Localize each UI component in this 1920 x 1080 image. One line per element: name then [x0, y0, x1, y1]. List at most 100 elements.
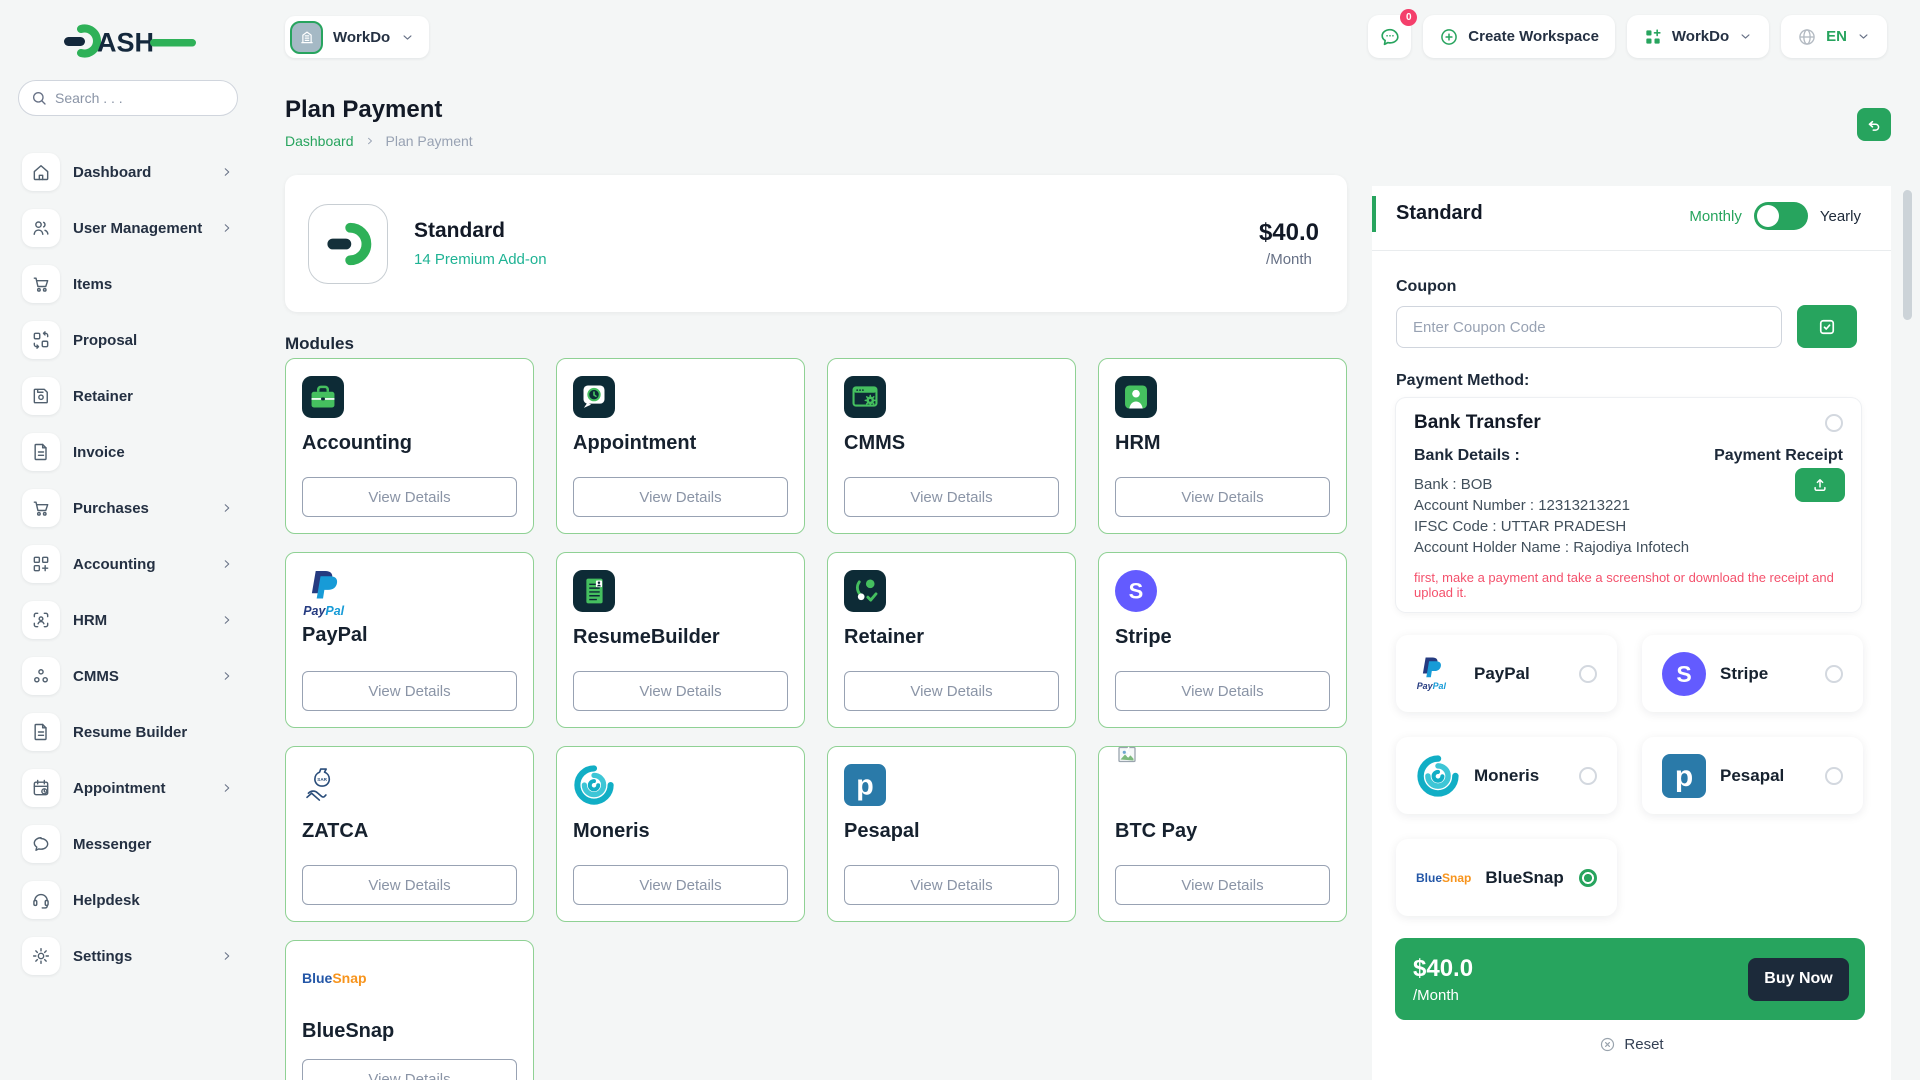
- sidebar-item-retainer[interactable]: Retainer: [18, 368, 234, 424]
- coupon-label: Coupon: [1396, 278, 1456, 296]
- sidebar-item-cmms[interactable]: CMMS: [18, 648, 234, 704]
- view-details-button[interactable]: View Details: [573, 477, 788, 517]
- hrm-module-icon: [1115, 376, 1157, 418]
- payment-option-stripe[interactable]: S Stripe: [1642, 635, 1863, 712]
- bank-details-label: Bank Details :: [1414, 447, 1520, 465]
- module-card-paypal: PayPal PayPal View Details: [285, 552, 534, 728]
- payment-option-paypal[interactable]: PayPal PayPal: [1396, 635, 1617, 712]
- calendar-clock-icon: [22, 769, 60, 807]
- language-selector[interactable]: EN: [1781, 15, 1887, 58]
- apply-coupon-button[interactable]: [1797, 305, 1857, 348]
- file-text-icon: [22, 433, 60, 471]
- dash-app-icon: [308, 204, 388, 284]
- check-square-icon: [1817, 317, 1837, 337]
- sidebar-item-invoice[interactable]: Invoice: [18, 424, 234, 480]
- bluesnap-radio[interactable]: [1579, 869, 1597, 887]
- total-price: $40.0: [1413, 955, 1473, 983]
- svg-text:ASH: ASH: [97, 28, 154, 58]
- upload-receipt-button[interactable]: [1795, 468, 1845, 502]
- sidebar-item-items[interactable]: Items: [18, 256, 234, 312]
- scrollbar-thumb[interactable]: [1903, 190, 1912, 320]
- plan-period: /Month: [1259, 251, 1319, 268]
- view-details-button[interactable]: View Details: [573, 671, 788, 711]
- stripe-radio[interactable]: [1825, 665, 1843, 683]
- view-details-button[interactable]: View Details: [1115, 671, 1330, 711]
- sidebar-item-user-management[interactable]: User Management: [18, 200, 234, 256]
- view-details-button[interactable]: View Details: [844, 671, 1059, 711]
- bank-transfer-title: Bank Transfer: [1414, 412, 1541, 434]
- swap-boxes-icon: [22, 321, 60, 359]
- payment-option-pesapal[interactable]: p Pesapal: [1642, 737, 1863, 814]
- users-icon: [22, 209, 60, 247]
- view-details-button[interactable]: View Details: [302, 477, 517, 517]
- view-details-button[interactable]: View Details: [844, 477, 1059, 517]
- bank-transfer-note: first, make a payment and take a screens…: [1414, 570, 1861, 600]
- billing-toggle[interactable]: [1754, 202, 1808, 230]
- paypal-radio[interactable]: [1579, 665, 1597, 683]
- upload-icon: [1811, 476, 1829, 494]
- module-card-btcpay: BTC Pay View Details: [1098, 746, 1347, 922]
- sidebar-item-dashboard[interactable]: Dashboard: [18, 144, 234, 200]
- sidebar-item-accounting[interactable]: Accounting: [18, 536, 234, 592]
- save-icon: [22, 377, 60, 415]
- module-card-stripe: S Stripe View Details: [1098, 552, 1347, 728]
- buy-now-button[interactable]: Buy Now: [1748, 958, 1849, 1001]
- view-details-button[interactable]: View Details: [844, 865, 1059, 905]
- view-details-button[interactable]: View Details: [1115, 865, 1330, 905]
- home-icon: [22, 153, 60, 191]
- search-input[interactable]: [55, 90, 205, 106]
- messages-button[interactable]: 0: [1368, 15, 1411, 58]
- sidebar-item-appointment[interactable]: Appointment: [18, 760, 234, 816]
- workspace-selector[interactable]: WorkDo: [285, 16, 429, 58]
- module-card-zatca: SAR ZATCA View Details: [285, 746, 534, 922]
- svg-text:SAR: SAR: [317, 777, 327, 782]
- bank-transfer-radio[interactable]: [1825, 414, 1843, 432]
- cmms-module-icon: [844, 376, 886, 418]
- sidebar-item-helpdesk[interactable]: Helpdesk: [18, 872, 234, 928]
- sidebar-item-resume-builder[interactable]: Resume Builder: [18, 704, 234, 760]
- sidebar-search: [18, 80, 238, 116]
- view-details-button[interactable]: View Details: [302, 671, 517, 711]
- page-title: Plan Payment: [285, 96, 442, 124]
- sidebar-item-settings[interactable]: Settings: [18, 928, 234, 984]
- sidebar-item-proposal[interactable]: Proposal: [18, 312, 234, 368]
- create-workspace-button[interactable]: Create Workspace: [1423, 15, 1615, 58]
- payment-receipt-label: Payment Receipt: [1714, 447, 1843, 465]
- premium-addon-link[interactable]: 14 Premium Add-on: [414, 251, 547, 268]
- globe-icon: [1797, 27, 1817, 47]
- sidebar-item-messenger[interactable]: Messenger: [18, 816, 234, 872]
- module-card-accounting: Accounting View Details: [285, 358, 534, 534]
- bank-transfer-card: Bank Transfer Bank Details : Payment Rec…: [1396, 398, 1861, 612]
- billing-cycle: Monthly Yearly: [1689, 202, 1861, 230]
- moneris-radio[interactable]: [1579, 767, 1597, 785]
- payment-option-moneris[interactable]: Moneris: [1396, 737, 1617, 814]
- breadcrumb-dashboard-link[interactable]: Dashboard: [285, 133, 354, 149]
- pesapal-radio[interactable]: [1825, 767, 1843, 785]
- total-period: /Month: [1413, 987, 1473, 1004]
- active-plan-card: Standard 14 Premium Add-on $40.0 /Month: [285, 175, 1347, 312]
- dash-logo: ASH: [64, 24, 196, 58]
- chevron-right-icon: [364, 135, 376, 147]
- zatca-module-icon: SAR: [302, 764, 344, 806]
- cart-icon: [22, 489, 60, 527]
- sidebar-item-hrm[interactable]: HRM: [18, 592, 234, 648]
- bluesnap-logo: BlueSnap: [1416, 871, 1471, 885]
- sidebar-item-purchases[interactable]: Purchases: [18, 480, 234, 536]
- module-card-appointment: Appointment View Details: [556, 358, 805, 534]
- view-details-button[interactable]: View Details: [573, 865, 788, 905]
- checkout-panel: Standard Monthly Yearly Coupon Payment M…: [1372, 186, 1891, 1080]
- coupon-input[interactable]: [1396, 306, 1782, 348]
- plus-circle-icon: [1439, 27, 1459, 47]
- chevron-right-icon: [220, 949, 234, 963]
- view-details-button[interactable]: View Details: [302, 1059, 517, 1080]
- workspace-menu[interactable]: WorkDo: [1627, 15, 1769, 58]
- reset-button[interactable]: Reset: [1372, 1036, 1891, 1053]
- view-details-button[interactable]: View Details: [1115, 477, 1330, 517]
- back-button[interactable]: [1857, 108, 1891, 141]
- module-card-cmms: CMMS View Details: [827, 358, 1076, 534]
- view-details-button[interactable]: View Details: [302, 865, 517, 905]
- panel-plan-name: Standard: [1396, 202, 1483, 225]
- payment-option-bluesnap[interactable]: BlueSnap BlueSnap: [1396, 839, 1617, 916]
- chevron-right-icon: [220, 501, 234, 515]
- breadcrumb: Dashboard Plan Payment: [285, 133, 473, 149]
